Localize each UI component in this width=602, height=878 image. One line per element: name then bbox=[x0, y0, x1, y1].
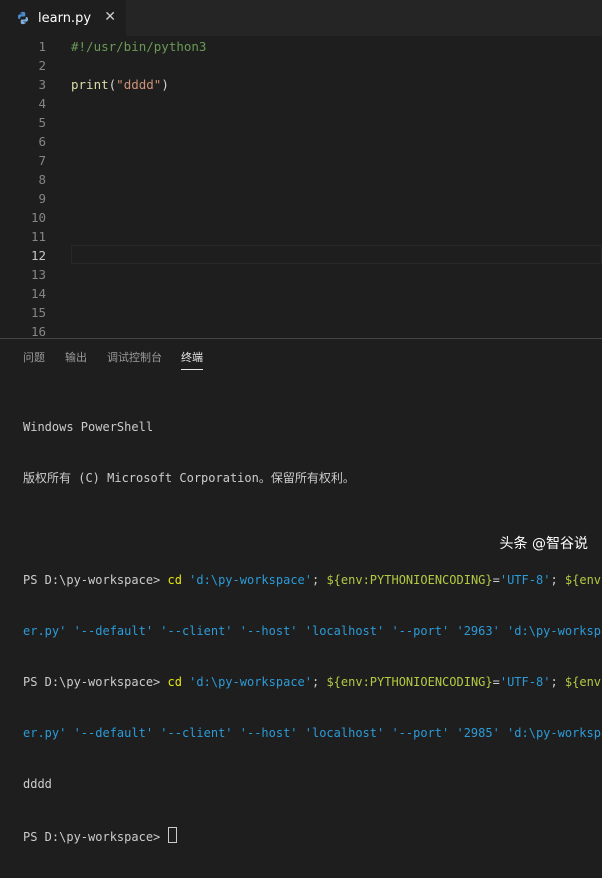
separator: ; bbox=[312, 573, 327, 587]
line-number: 2 bbox=[38, 58, 46, 73]
line-number: 8 bbox=[38, 172, 46, 187]
env-var-truncated: ${env:PY bbox=[564, 675, 602, 689]
watermark: 头条 @智谷说 bbox=[499, 536, 588, 552]
line-number: 4 bbox=[38, 96, 46, 111]
program-output: dddd bbox=[23, 777, 52, 791]
close-paren: ) bbox=[161, 77, 169, 92]
env-var: ${env:PYTHONIOENCODING} bbox=[326, 573, 493, 587]
tab-learn-py[interactable]: learn.py ✕ bbox=[0, 0, 126, 36]
terminal-continuation-line: er.py' '--default' '--client' '--host' '… bbox=[23, 726, 602, 740]
line-number: 16 bbox=[30, 324, 46, 338]
shebang-comment: #!/usr/bin/python3 bbox=[71, 39, 207, 54]
env-var-truncated: ${env:PY bbox=[564, 573, 602, 587]
utf-string: 'UTF-8' bbox=[499, 573, 551, 587]
terminal-output[interactable]: Windows PowerShell 版权所有 (C) Microsoft Co… bbox=[23, 385, 602, 878]
path-arg: 'd:\py-workspace' bbox=[181, 573, 312, 587]
tab-terminal[interactable]: 终端 bbox=[181, 349, 203, 370]
prompt: PS D:\py-workspace> bbox=[23, 675, 168, 689]
editor-tab-bar: learn.py ✕ bbox=[0, 0, 602, 36]
terminal-command-line: PS D:\py-workspace> cd 'd:\py-workspace'… bbox=[23, 572, 602, 589]
line-number: 5 bbox=[38, 115, 46, 130]
print-function: print bbox=[71, 77, 109, 92]
separator: ; bbox=[312, 675, 327, 689]
terminal-line: Windows PowerShell bbox=[23, 420, 154, 434]
cd-command: cd bbox=[167, 675, 182, 689]
line-number: 3 bbox=[38, 77, 46, 92]
bottom-panel: 问题 输出 调试控制台 终端 Windows PowerShell 版权所有 (… bbox=[0, 338, 602, 844]
line-number: 14 bbox=[30, 286, 46, 301]
string-literal: "dddd" bbox=[116, 77, 162, 92]
panel-tabs: 问题 输出 调试控制台 终端 bbox=[0, 339, 602, 373]
line-number: 6 bbox=[38, 134, 46, 149]
terminal-continuation-line: er.py' '--default' '--client' '--host' '… bbox=[23, 624, 602, 638]
tab-output[interactable]: 输出 bbox=[65, 349, 87, 365]
code-line-1: #!/usr/bin/python3 bbox=[71, 37, 602, 56]
tab-debug-console[interactable]: 调试控制台 bbox=[107, 349, 162, 365]
equals: = bbox=[492, 675, 500, 689]
env-var: ${env:PYTHONIOENCODING} bbox=[326, 675, 493, 689]
separator: ; bbox=[550, 675, 565, 689]
tab-problems[interactable]: 问题 bbox=[23, 349, 45, 365]
line-number: 7 bbox=[38, 153, 46, 168]
line-number: 10 bbox=[30, 210, 46, 225]
close-icon[interactable]: ✕ bbox=[104, 9, 116, 25]
prompt: PS D:\py-workspace> bbox=[23, 573, 168, 587]
terminal-cursor bbox=[167, 827, 177, 843]
tab-filename: learn.py bbox=[38, 10, 92, 26]
code-line-3: print("dddd") bbox=[71, 75, 602, 94]
line-number: 9 bbox=[38, 191, 46, 206]
line-number: 15 bbox=[30, 305, 46, 320]
current-line-highlight bbox=[71, 245, 602, 264]
line-number: 1 bbox=[38, 39, 46, 54]
code-editor[interactable]: 1 2 3 4 5 6 7 8 9 10 11 12 13 14 15 16 #!/usr/bin/pytho… bbox=[0, 36, 602, 338]
utf-string: 'UTF-8' bbox=[499, 675, 551, 689]
terminal-command-line: PS D:\py-workspace> cd 'd:\py-workspace'… bbox=[23, 674, 602, 691]
path-arg: 'd:\py-workspace' bbox=[181, 675, 312, 689]
terminal-line: 版权所有 (C) Microsoft Corporation。保留所有权利。 bbox=[23, 471, 355, 485]
line-number: 11 bbox=[30, 229, 46, 244]
line-number: 13 bbox=[30, 267, 46, 282]
separator: ; bbox=[550, 573, 565, 587]
terminal-prompt-line: PS D:\py-workspace> bbox=[23, 827, 602, 844]
prompt: PS D:\py-workspace> bbox=[23, 830, 168, 844]
equals: = bbox=[492, 573, 500, 587]
line-number: 12 bbox=[30, 248, 46, 263]
python-file-icon bbox=[18, 11, 28, 25]
cd-command: cd bbox=[167, 573, 182, 587]
